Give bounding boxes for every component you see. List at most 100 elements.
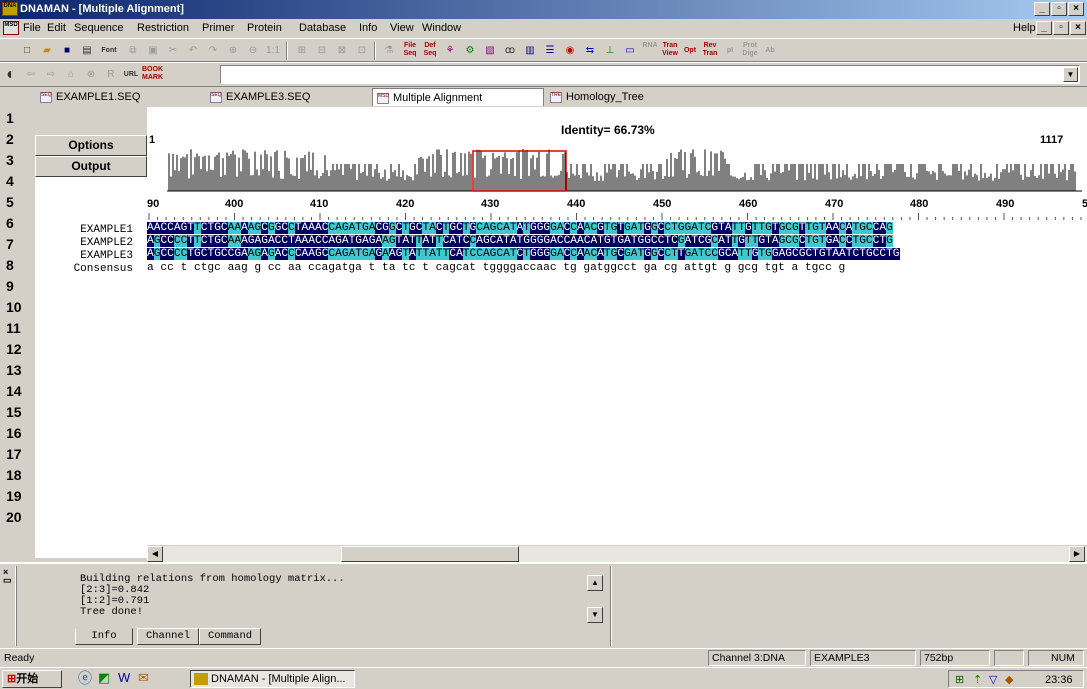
tray-app-icon[interactable]: ◆ [1005, 672, 1013, 688]
app-icon[interactable]: DNA [2, 2, 18, 16]
url-input[interactable]: ▼ [220, 65, 1080, 84]
seq-name-example2[interactable]: EXAMPLE2 [80, 237, 133, 249]
chevron-down-icon[interactable]: ▼ [1063, 67, 1078, 82]
menu-sequence[interactable]: Sequence [74, 22, 124, 34]
tool-icon-3[interactable]: ⊠ [333, 42, 351, 59]
menu-view[interactable]: View [390, 22, 414, 34]
copy-icon[interactable]: ⧉ [124, 42, 142, 59]
tool-icon-4[interactable]: ⊡ [353, 42, 371, 59]
save-icon[interactable]: ■ [58, 42, 76, 59]
sequence-row-example3[interactable]: AGCCCCTGCTGCCGAAGAGACCCAAGCCAGATGAGAAGTA… [147, 248, 900, 261]
scroll-thumb[interactable] [341, 546, 519, 562]
scroll-up-icon[interactable]: ▲ [587, 575, 603, 591]
def-seq-button[interactable]: Def Seq [421, 42, 439, 59]
menu-protein[interactable]: Protein [247, 22, 282, 34]
panel-grip[interactable] [15, 566, 17, 646]
menu-info[interactable]: Info [359, 22, 377, 34]
home-icon[interactable]: ⌂ [62, 66, 80, 83]
zoom-in-icon[interactable]: ⊕ [224, 42, 242, 59]
start-button[interactable]: ⊞开始 [2, 670, 62, 688]
log-scrollbar[interactable]: ▲ ▼ [587, 575, 603, 623]
alignment-view[interactable]: 1 1117 Identity= 66.73% 90 400 410 420 430 44… [147, 107, 1087, 545]
scroll-left-icon[interactable]: ◀ [147, 546, 163, 562]
back-icon[interactable]: ⇦ [22, 66, 40, 83]
log-box[interactable]: Building relations from homology matrix.… [75, 570, 610, 628]
menu-window[interactable]: Window [422, 22, 461, 34]
font-button[interactable]: Font [97, 42, 121, 59]
tool-icon-2[interactable]: ⊟ [313, 42, 331, 59]
globe-icon[interactable]: ◐ [2, 66, 20, 83]
circle-map-icon[interactable]: ◉ [561, 42, 579, 59]
sequence-row-example2[interactable]: AGCCCCTTCTGCAAAGAGACCTAAACCAGATGAGAAGTAT… [147, 235, 893, 248]
horizontal-scrollbar[interactable]: ◀ ▶ [147, 545, 1087, 562]
menu-database[interactable]: Database [299, 22, 346, 34]
close-button[interactable]: × [1068, 2, 1084, 16]
sequence-block[interactable]: AACCAGTTCTGCAAAAGCGGCCTAAACCAGATGACGGCTG… [147, 222, 1087, 282]
tran-view-button[interactable]: Tran View [661, 42, 679, 59]
outlook-icon[interactable]: ◩ [98, 670, 110, 688]
panel-close-icon[interactable]: × ▭ [3, 568, 13, 585]
minimize-button[interactable]: _ [1034, 2, 1050, 16]
app-quicklaunch-icon[interactable]: ✉ [138, 670, 149, 688]
tree-icon[interactable]: ⊥ [601, 42, 619, 59]
ruler-icon[interactable]: ▥ [521, 42, 539, 59]
mdi-restore-button[interactable]: ▫ [1053, 21, 1069, 35]
dna-icon[interactable]: ⚘ [441, 42, 459, 59]
r-button[interactable]: R [102, 66, 120, 83]
bookmark-icon[interactable]: BOOK MARK [142, 66, 163, 83]
tool-icon-5[interactable]: ⚗ [380, 42, 398, 59]
word-icon[interactable]: W [118, 670, 130, 688]
restore-button[interactable]: ▫ [1051, 2, 1067, 16]
ab-button[interactable]: Ab [761, 42, 779, 59]
redo-icon[interactable]: ↷ [204, 42, 222, 59]
menu-restriction[interactable]: Restriction [137, 22, 189, 34]
open-folder-icon[interactable]: ▰ [38, 42, 56, 59]
ie-icon[interactable]: ⓔ [78, 670, 92, 688]
new-file-icon[interactable]: □ [18, 42, 36, 59]
tab-homology-tree[interactable]: TRE Homology_Tree [546, 88, 706, 106]
tab-example3[interactable]: SEQ EXAMPLE3.SEQ [206, 88, 346, 106]
options-button[interactable]: Options [35, 135, 147, 156]
scroll-right-icon[interactable]: ▶ [1069, 546, 1085, 562]
taskbar-dnaman-button[interactable]: DNAMAN - [Multiple Align... [190, 670, 355, 688]
seq-name-example1[interactable]: EXAMPLE1 [80, 224, 133, 236]
binoculars-icon[interactable]: ꝏ [501, 42, 519, 59]
menu-file[interactable]: File [23, 22, 41, 34]
tab-channel[interactable]: Channel [137, 628, 199, 645]
scroll-down-icon[interactable]: ▼ [587, 607, 603, 623]
output-button[interactable]: Output [35, 156, 147, 177]
graph-icon[interactable]: ▧ [481, 42, 499, 59]
print-icon[interactable]: ▤ [78, 42, 96, 59]
sequence-row-example1[interactable]: AACCAGTTCTGCAAAAGCGGCCTAAACCAGATGACGGCTG… [147, 222, 893, 235]
seq-name-example3[interactable]: EXAMPLE3 [80, 250, 133, 262]
tab-example1[interactable]: SEQ EXAMPLE1.SEQ [36, 88, 196, 106]
doc-icon[interactable]: MSD [3, 21, 19, 35]
tab-command[interactable]: Command [199, 628, 261, 645]
map-icon[interactable]: ▭ [621, 42, 639, 59]
rev-tran-button[interactable]: Rev Tran [701, 42, 719, 59]
opt-button[interactable]: Opt [681, 42, 699, 59]
align-icon[interactable]: ⚙ [461, 42, 479, 59]
prot-dige-button[interactable]: Prot Dige [741, 42, 759, 59]
menu-primer[interactable]: Primer [202, 22, 234, 34]
rna-icon[interactable]: RNA [641, 42, 659, 59]
forward-icon[interactable]: ⇨ [42, 66, 60, 83]
tool-icon-1[interactable]: ⊞ [293, 42, 311, 59]
list-icon[interactable]: ☰ [541, 42, 559, 59]
menu-edit[interactable]: Edit [47, 22, 66, 34]
paste-icon[interactable]: ▣ [144, 42, 162, 59]
network-icon[interactable]: ⊞ [955, 672, 964, 688]
tab-info[interactable]: Info [75, 628, 133, 645]
pi-button[interactable]: pI [721, 42, 739, 59]
stop-icon[interactable]: ⊗ [82, 66, 100, 83]
arrows-icon[interactable]: ⇆ [581, 42, 599, 59]
mdi-close-button[interactable]: × [1070, 21, 1086, 35]
ratio-button[interactable]: 1:1 [264, 42, 282, 59]
cut-icon[interactable]: ✂ [164, 42, 182, 59]
arrow-tray-icon[interactable]: ⇡ [973, 672, 982, 688]
file-seq-button[interactable]: File Seq [401, 42, 419, 59]
zoom-out-icon[interactable]: ⊖ [244, 42, 262, 59]
undo-icon[interactable]: ↶ [184, 42, 202, 59]
mdi-minimize-button[interactable]: _ [1036, 21, 1052, 35]
tab-multiple-alignment[interactable]: MSD Multiple Alignment [372, 88, 544, 106]
